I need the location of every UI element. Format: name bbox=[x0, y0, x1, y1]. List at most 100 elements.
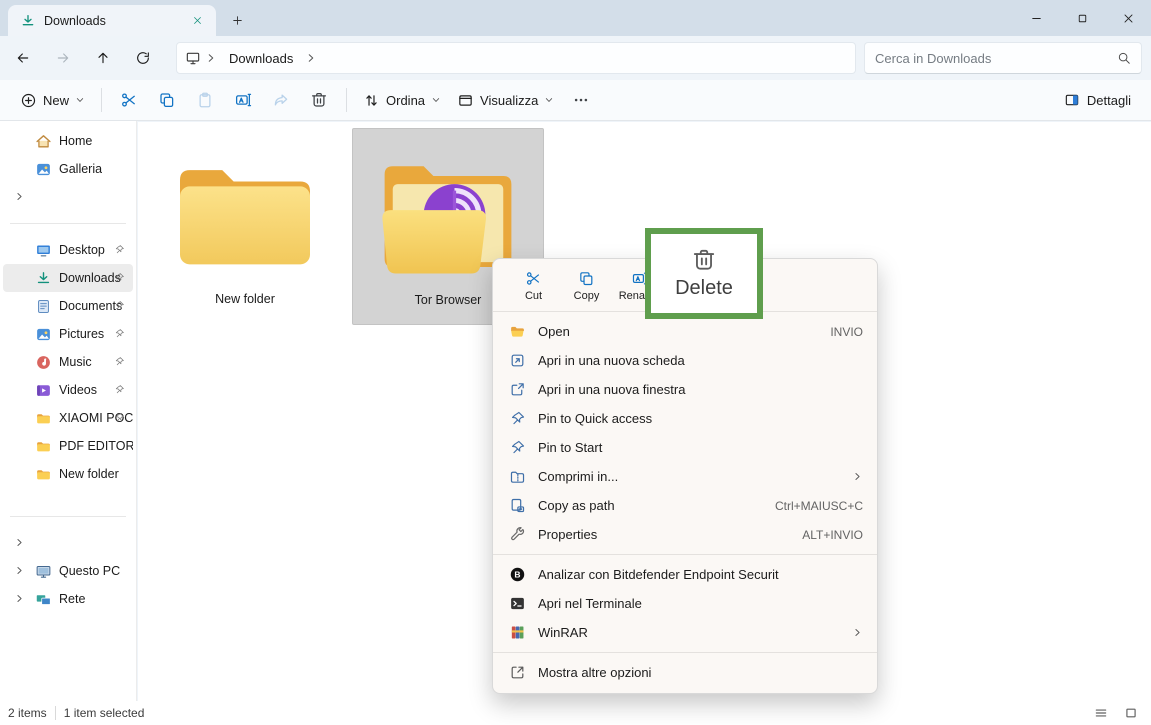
sidebar-item-icon bbox=[35, 133, 52, 150]
menu-item-label: Pin to Quick access bbox=[538, 411, 652, 426]
sidebar-item[interactable]: New folder bbox=[3, 460, 133, 488]
breadcrumb-location[interactable]: Downloads bbox=[221, 48, 301, 69]
sidebar-item-icon bbox=[35, 410, 52, 427]
details-pane-button[interactable]: Dettagli bbox=[1056, 86, 1139, 114]
menu-item-icon bbox=[509, 468, 526, 485]
context-menu-item[interactable]: Apri in una nuova scheda bbox=[493, 346, 877, 375]
context-menu-item[interactable]: Mostra altre opzioni bbox=[493, 658, 877, 687]
nav-button[interactable] bbox=[86, 41, 120, 75]
sort-button-label: Ordina bbox=[386, 93, 425, 108]
chevron-right-icon[interactable] bbox=[305, 52, 317, 64]
sidebar-item[interactable]: PDF EDITOR bbox=[3, 432, 133, 460]
toolbar-action-button[interactable] bbox=[186, 83, 224, 117]
window-controls bbox=[1013, 0, 1151, 36]
sidebar-item[interactable]: Galleria bbox=[3, 155, 133, 183]
search-icon[interactable] bbox=[1117, 51, 1131, 65]
pin-icon bbox=[114, 300, 125, 311]
sidebar-item-label: Galleria bbox=[59, 162, 102, 176]
sidebar-item[interactable]: Pictures bbox=[3, 320, 133, 348]
view-toggle-button[interactable] bbox=[1089, 703, 1113, 723]
window-control-button[interactable] bbox=[1059, 0, 1105, 36]
context-menu: Cut Copy Rename Open INVIO bbox=[492, 258, 878, 694]
toolbar-separator bbox=[346, 88, 347, 112]
tab-close-icon[interactable] bbox=[186, 10, 208, 32]
sidebar-item[interactable]: XIAOMI POCO F bbox=[3, 404, 133, 432]
context-menu-item[interactable]: Properties ALT+INVIO bbox=[493, 520, 877, 549]
toolbar-action-button[interactable] bbox=[224, 83, 262, 117]
sidebar-item-icon bbox=[35, 326, 52, 343]
tab-downloads[interactable]: Downloads bbox=[8, 5, 216, 36]
pin-icon bbox=[114, 328, 125, 339]
chevron-right-icon[interactable] bbox=[14, 565, 25, 576]
sidebar-item[interactable]: Home bbox=[3, 127, 133, 155]
chevron-right-icon[interactable] bbox=[14, 191, 25, 202]
sort-button[interactable]: Ordina bbox=[355, 86, 449, 115]
context-menu-item[interactable]: Open INVIO bbox=[493, 317, 877, 346]
download-icon bbox=[20, 13, 36, 29]
context-menu-item[interactable]: WinRAR bbox=[493, 618, 877, 647]
sidebar-item[interactable] bbox=[3, 529, 133, 557]
toolbar-action-icon bbox=[272, 91, 290, 109]
sidebar-item-icon bbox=[35, 563, 52, 580]
context-menu-item[interactable]: Copy as path Ctrl+MAIUSC+C bbox=[493, 491, 877, 520]
context-menu-item[interactable]: Comprimi in... bbox=[493, 462, 877, 491]
sort-icon bbox=[363, 92, 380, 109]
menu-item-shortcut: ALT+INVIO bbox=[802, 528, 863, 542]
context-menu-item[interactable]: Pin to Start bbox=[493, 433, 877, 462]
window-control-button[interactable] bbox=[1013, 0, 1059, 36]
nav-button[interactable] bbox=[46, 41, 80, 75]
toolbar-action-button[interactable] bbox=[148, 83, 186, 117]
command-bar: New bbox=[0, 80, 1151, 121]
ellipsis-icon bbox=[572, 91, 590, 109]
menu-item-icon bbox=[509, 664, 526, 681]
sidebar-item[interactable] bbox=[3, 183, 133, 211]
context-menu-item[interactable]: Pin to Quick access bbox=[493, 404, 877, 433]
svg-text:B: B bbox=[514, 569, 520, 579]
sidebar-item[interactable]: Documents bbox=[3, 292, 133, 320]
chevron-right-icon[interactable] bbox=[14, 593, 25, 604]
context-menu-item[interactable]: Apri in una nuova finestra bbox=[493, 375, 877, 404]
sidebar-item-label: Home bbox=[59, 134, 92, 148]
sidebar-item[interactable]: Rete bbox=[3, 585, 133, 613]
sidebar-item[interactable]: Videos bbox=[3, 376, 133, 404]
view-button[interactable]: Visualizza bbox=[449, 86, 562, 115]
items-count: 2 items bbox=[8, 706, 47, 720]
quick-action-button[interactable]: Copy bbox=[560, 265, 613, 307]
toolbar-action-button[interactable] bbox=[300, 83, 338, 117]
nav-button[interactable] bbox=[6, 41, 40, 75]
nav-button[interactable] bbox=[126, 41, 160, 75]
menu-item-shortcut: INVIO bbox=[830, 325, 863, 339]
chevron-right-icon[interactable] bbox=[205, 52, 217, 64]
quick-action-button[interactable]: Cut bbox=[507, 265, 560, 307]
chevron-down-icon bbox=[75, 95, 85, 105]
chevron-right-icon[interactable] bbox=[14, 537, 25, 548]
nav-icon bbox=[95, 50, 111, 66]
menu-item-label: Apri nel Terminale bbox=[538, 596, 642, 611]
sidebar-item-label: PDF EDITOR bbox=[59, 439, 133, 453]
more-options-button[interactable] bbox=[562, 83, 600, 117]
sidebar-item[interactable]: Desktop bbox=[3, 236, 133, 264]
search-input[interactable] bbox=[875, 51, 1117, 66]
context-menu-item[interactable]: Apri nel Terminale bbox=[493, 589, 877, 618]
sidebar-item-label: Downloads bbox=[59, 271, 121, 285]
toolbar-action-button[interactable] bbox=[262, 83, 300, 117]
toolbar-action-button[interactable] bbox=[110, 83, 148, 117]
view-toggle-button[interactable] bbox=[1119, 703, 1143, 723]
file-tile[interactable]: New folder bbox=[157, 128, 333, 325]
context-menu-item[interactable]: B Analizar con Bitdefender Endpoint Secu… bbox=[493, 560, 877, 589]
sidebar-item[interactable]: Downloads bbox=[3, 264, 133, 292]
new-button[interactable]: New bbox=[12, 86, 93, 115]
window-control-button[interactable] bbox=[1105, 0, 1151, 36]
sidebar-item[interactable]: Questo PC bbox=[3, 557, 133, 585]
nav-icon bbox=[135, 50, 151, 66]
sidebar-item[interactable]: Music bbox=[3, 348, 133, 376]
plus-icon bbox=[231, 14, 244, 27]
toolbar-action-icon bbox=[196, 91, 214, 109]
quick-action-label: Copy bbox=[574, 290, 600, 302]
menu-item-label: Open bbox=[538, 324, 570, 339]
tab-bar: Downloads bbox=[0, 0, 1151, 36]
sidebar-item-label: Desktop bbox=[59, 243, 105, 257]
new-tab-button[interactable] bbox=[224, 7, 250, 33]
menu-item-icon bbox=[509, 439, 526, 456]
pin-icon bbox=[114, 412, 125, 423]
